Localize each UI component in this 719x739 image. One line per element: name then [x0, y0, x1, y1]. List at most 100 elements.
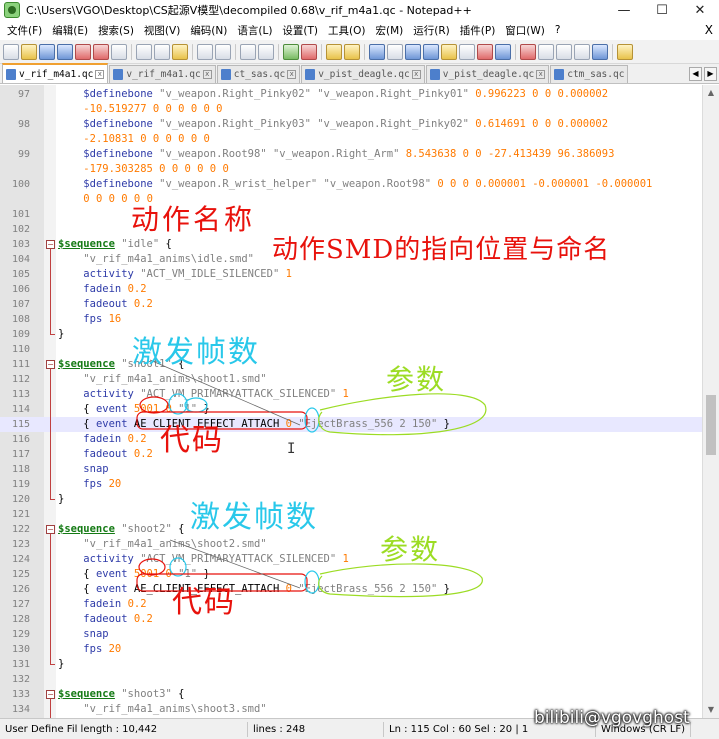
- code-line[interactable]: 121: [0, 507, 702, 522]
- code-editor[interactable]: 97 $definebone "v_weapon.Right_Pinky02" …: [0, 85, 702, 718]
- close-document-button[interactable]: X: [705, 23, 713, 37]
- scroll-down-icon[interactable]: ▼: [703, 702, 719, 718]
- find-icon[interactable]: [240, 43, 256, 60]
- tab-scroll-left-icon[interactable]: ◀: [689, 67, 702, 81]
- code-line[interactable]: 118 snap: [0, 462, 702, 477]
- code-line[interactable]: -179.303285 0 0 0 0 0 0: [0, 162, 702, 177]
- menu-window[interactable]: 窗口(W): [500, 23, 550, 38]
- fold-toggle-icon[interactable]: −: [46, 690, 55, 699]
- redo-icon[interactable]: [215, 43, 231, 60]
- menu-macro[interactable]: 宏(M): [371, 23, 409, 38]
- code-line[interactable]: 108 fps 16: [0, 312, 702, 327]
- tab-scroll-right-icon[interactable]: ▶: [704, 67, 717, 81]
- scroll-up-icon[interactable]: ▲: [703, 85, 719, 101]
- paste-icon[interactable]: [172, 43, 188, 60]
- folder-workspace-icon[interactable]: [459, 43, 475, 60]
- undo-icon[interactable]: [197, 43, 213, 60]
- tab-v-rif-m4a1[interactable]: v_rif_m4a1.qc x: [109, 65, 216, 83]
- close-tab-icon[interactable]: x: [411, 70, 421, 79]
- maximize-button[interactable]: ☐: [643, 0, 681, 20]
- close-button[interactable]: ✕: [681, 0, 719, 20]
- fold-toggle-icon[interactable]: −: [46, 360, 55, 369]
- menu-language[interactable]: 语言(L): [232, 23, 277, 38]
- monitoring-icon[interactable]: [495, 43, 511, 60]
- code-line[interactable]: 120}: [0, 492, 702, 507]
- zoom-out-icon[interactable]: [301, 43, 317, 60]
- code-line[interactable]: 132: [0, 672, 702, 687]
- menu-tools[interactable]: 工具(O): [323, 23, 370, 38]
- code-line[interactable]: 129 snap: [0, 627, 702, 642]
- word-wrap-icon[interactable]: [369, 43, 385, 60]
- tab-ct-sas[interactable]: ct_sas.qc x: [216, 65, 301, 83]
- print-icon[interactable]: [111, 43, 127, 60]
- close-tab-icon[interactable]: x: [536, 70, 546, 79]
- save-macro-icon[interactable]: [592, 43, 608, 60]
- play-macro-icon[interactable]: [556, 43, 572, 60]
- code-line[interactable]: 100 $definebone "v_weapon.R_wrist_helper…: [0, 177, 702, 192]
- zoom-in-icon[interactable]: [283, 43, 299, 60]
- copy-icon[interactable]: [154, 43, 170, 60]
- close-tab-icon[interactable]: x: [202, 70, 212, 79]
- code-line[interactable]: 128 fadeout 0.2: [0, 612, 702, 627]
- menu-view[interactable]: 视图(V): [139, 23, 185, 38]
- code-line[interactable]: 113 activity "ACT_VM_PRIMARYATTACK_SILEN…: [0, 387, 702, 402]
- code-line[interactable]: -2.10831 0 0 0 0 0 0: [0, 132, 702, 147]
- document-map-icon[interactable]: [477, 43, 493, 60]
- code-line[interactable]: 114 { event 5001 0 "1" }: [0, 402, 702, 417]
- code-line[interactable]: 97 $definebone "v_weapon.Right_Pinky02" …: [0, 87, 702, 102]
- close-all-icon[interactable]: [93, 43, 109, 60]
- save-all-icon[interactable]: [57, 43, 73, 60]
- replace-icon[interactable]: [258, 43, 274, 60]
- tab-v-pist-deagle[interactable]: v_pist_deagle.qc x: [301, 65, 425, 83]
- code-line[interactable]: 110: [0, 342, 702, 357]
- tab-v-rif-m4a1-active[interactable]: v_rif_m4a1.qc x: [2, 63, 109, 83]
- code-line[interactable]: 122 $sequence "shoot2" {−: [0, 522, 702, 537]
- show-all-chars-icon[interactable]: [387, 43, 403, 60]
- user-language-icon[interactable]: [423, 43, 439, 60]
- open-file-icon[interactable]: [21, 43, 37, 60]
- code-line[interactable]: 115 { event AE_CLIENT_EFFECT_ATTACH 0 "E…: [0, 417, 702, 432]
- sync-horizontal-icon[interactable]: [344, 43, 360, 60]
- code-line[interactable]: 101: [0, 207, 702, 222]
- menu-edit[interactable]: 编辑(E): [47, 23, 93, 38]
- function-list-icon[interactable]: [441, 43, 457, 60]
- code-line[interactable]: 0 0 0 0 0 0: [0, 192, 702, 207]
- code-line[interactable]: 105 activity "ACT_VM_IDLE_SILENCED" 1: [0, 267, 702, 282]
- code-line[interactable]: 119 fps 20: [0, 477, 702, 492]
- cut-icon[interactable]: [136, 43, 152, 60]
- record-macro-icon[interactable]: [520, 43, 536, 60]
- menu-file[interactable]: 文件(F): [2, 23, 47, 38]
- menu-plugins[interactable]: 插件(P): [455, 23, 501, 38]
- code-line[interactable]: 117 fadeout 0.2: [0, 447, 702, 462]
- stop-macro-icon[interactable]: [538, 43, 554, 60]
- code-line[interactable]: 130 fps 20: [0, 642, 702, 657]
- code-line[interactable]: 106 fadein 0.2: [0, 282, 702, 297]
- vertical-scrollbar[interactable]: ▲ ▼: [702, 85, 719, 718]
- sync-vertical-icon[interactable]: [326, 43, 342, 60]
- tab-ctm-sas[interactable]: ctm_sas.qc: [550, 65, 629, 83]
- menu-help[interactable]: ?: [550, 24, 566, 36]
- spell-check-icon[interactable]: [617, 43, 633, 60]
- code-line[interactable]: 99 $definebone "v_weapon.Root98" "v_weap…: [0, 147, 702, 162]
- menu-settings[interactable]: 设置(T): [277, 23, 323, 38]
- code-line[interactable]: 127 fadein 0.2: [0, 597, 702, 612]
- code-line[interactable]: 98 $definebone "v_weapon.Right_Pinky03" …: [0, 117, 702, 132]
- indent-guide-icon[interactable]: [405, 43, 421, 60]
- code-line[interactable]: 133 $sequence "shoot3" {−: [0, 687, 702, 702]
- close-tab-icon[interactable]: x: [287, 70, 297, 79]
- fold-toggle-icon[interactable]: −: [46, 240, 55, 249]
- code-line[interactable]: 123 "v_rif_m4a1_anims\shoot2.smd": [0, 537, 702, 552]
- code-line[interactable]: 111 $sequence "shoot1" {−: [0, 357, 702, 372]
- run-macro-multiple-icon[interactable]: [574, 43, 590, 60]
- code-line[interactable]: 112 "v_rif_m4a1_anims\shoot1.smd": [0, 372, 702, 387]
- code-line[interactable]: 131}: [0, 657, 702, 672]
- close-file-icon[interactable]: [75, 43, 91, 60]
- fold-toggle-icon[interactable]: −: [46, 525, 55, 534]
- code-line[interactable]: 109}: [0, 327, 702, 342]
- save-icon[interactable]: [39, 43, 55, 60]
- scrollbar-thumb[interactable]: [706, 395, 716, 455]
- code-line[interactable]: 124 activity "ACT_VM_PRIMARYATTACK_SILEN…: [0, 552, 702, 567]
- code-line[interactable]: -10.519277 0 0 0 0 0 0: [0, 102, 702, 117]
- menu-encoding[interactable]: 编码(N): [185, 23, 232, 38]
- menu-search[interactable]: 搜索(S): [93, 23, 139, 38]
